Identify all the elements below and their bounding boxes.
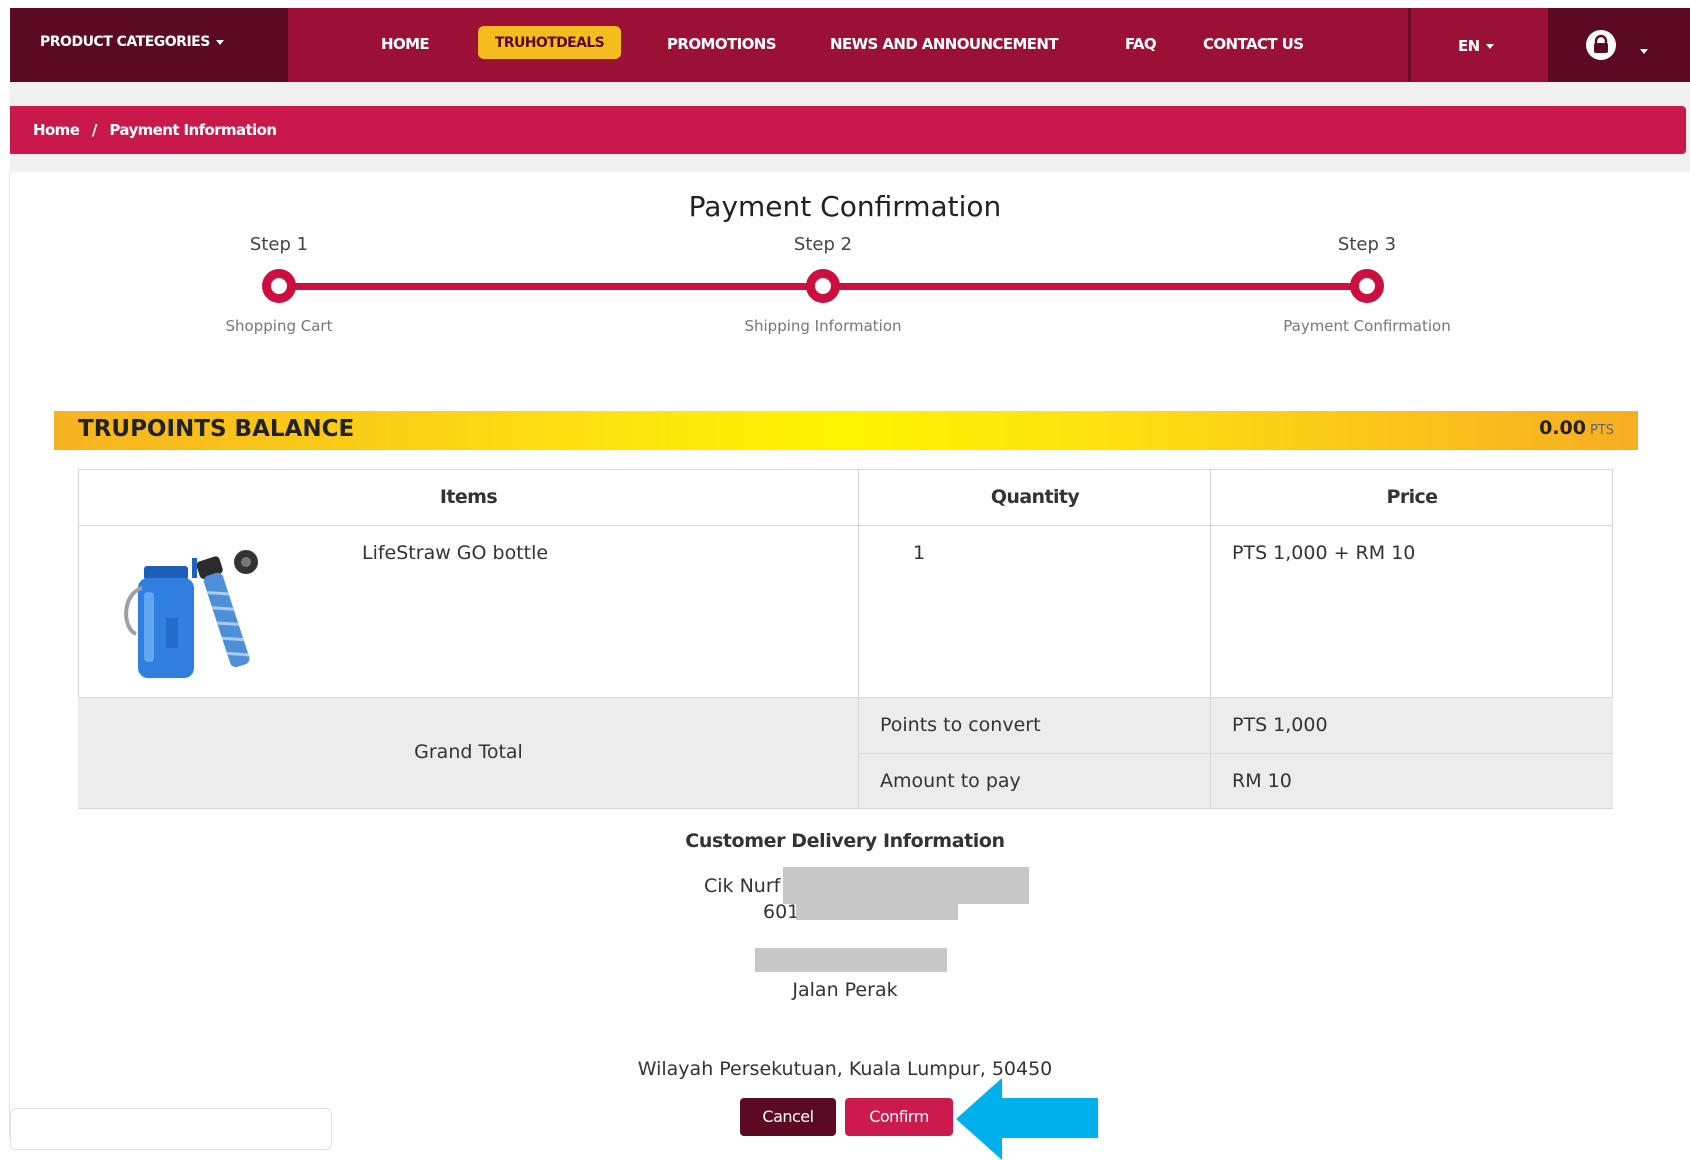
product-categories-label[interactable]: PRODUCT CATEGORIES	[40, 34, 224, 50]
chevron-down-icon	[1485, 44, 1494, 49]
breadcrumb-text: Home / Payment Information	[33, 121, 277, 139]
price-header: Price	[1386, 486, 1439, 508]
item-quantity: 1	[913, 542, 926, 564]
pointer-arrow-head	[956, 1078, 1002, 1160]
points-to-convert-value: PTS 1,000	[1232, 714, 1328, 736]
nav-truhotdeals[interactable]: TRUHOTDEALS	[478, 35, 621, 51]
redacted-phone	[796, 904, 958, 920]
item-price: PTS 1,000 + RM 10	[1232, 542, 1416, 564]
breadcrumb-separator: /	[91, 121, 97, 139]
balance-value: 0.00 PTS	[1539, 417, 1614, 439]
page-title: Payment Confirmation	[688, 190, 1002, 223]
item-name: LifeStraw GO bottle	[362, 542, 549, 564]
amount-to-pay-label: Amount to pay	[880, 770, 1021, 792]
nav-promotions[interactable]: PROMOTIONS	[667, 35, 777, 53]
product-image	[116, 548, 274, 680]
chevron-down-icon	[215, 39, 224, 45]
nav-contact-us[interactable]: CONTACT US	[1203, 35, 1304, 53]
step-2-label: Step 2	[793, 234, 853, 255]
step-3-marker	[1350, 269, 1384, 303]
nav-home[interactable]: HOME	[381, 35, 430, 53]
step-1-sub: Shopping Cart	[225, 317, 333, 335]
confirm-button[interactable]: Confirm	[845, 1098, 953, 1136]
customer-phone: 601	[763, 901, 800, 923]
language-dropdown[interactable]: EN	[1458, 37, 1494, 55]
pointer-arrow	[1000, 1098, 1098, 1138]
step-1-label: Step 1	[249, 234, 309, 255]
user-menu[interactable]	[1548, 8, 1690, 82]
delivery-title: Customer Delivery Information	[685, 830, 1005, 852]
address-region: Wilayah Persekutuan, Kuala Lumpur, 50450	[637, 1058, 1053, 1080]
step-2-sub: Shipping Information	[744, 317, 902, 335]
step-3-sub: Payment Confirmation	[1283, 317, 1451, 335]
chevron-down-icon	[1640, 49, 1648, 54]
points-to-convert-label: Points to convert	[880, 714, 1041, 736]
items-header: Items	[439, 486, 498, 508]
table-cell-quantity	[859, 526, 1211, 698]
customer-name: Cik Nurf	[704, 875, 781, 897]
user-menu-caret[interactable]	[1634, 41, 1648, 60]
bottom-widget-panel[interactable]	[10, 1108, 332, 1150]
step-2-marker	[806, 269, 840, 303]
breadcrumb-home[interactable]: Home	[33, 121, 80, 139]
address-street: Jalan Perak	[792, 979, 898, 1001]
nav-news[interactable]: NEWS AND ANNOUNCEMENT	[830, 35, 1059, 53]
step-1-marker	[262, 269, 296, 303]
balance-unit: PTS	[1589, 423, 1614, 438]
breadcrumb-current: Payment Information	[109, 121, 277, 139]
cancel-button[interactable]: Cancel	[740, 1098, 836, 1136]
nav-faq[interactable]: FAQ	[1125, 35, 1157, 53]
lock-icon[interactable]	[1586, 30, 1616, 60]
navbar-divider	[1408, 8, 1411, 82]
grand-total-label: Grand Total	[414, 741, 523, 763]
balance-label: TRUPOINTS BALANCE	[78, 416, 355, 442]
step-3-label: Step 3	[1337, 234, 1397, 255]
quantity-header: Quantity	[990, 486, 1080, 508]
redacted-name	[783, 867, 1029, 904]
amount-to-pay-value: RM 10	[1232, 770, 1292, 792]
redacted-address-line	[755, 948, 947, 972]
